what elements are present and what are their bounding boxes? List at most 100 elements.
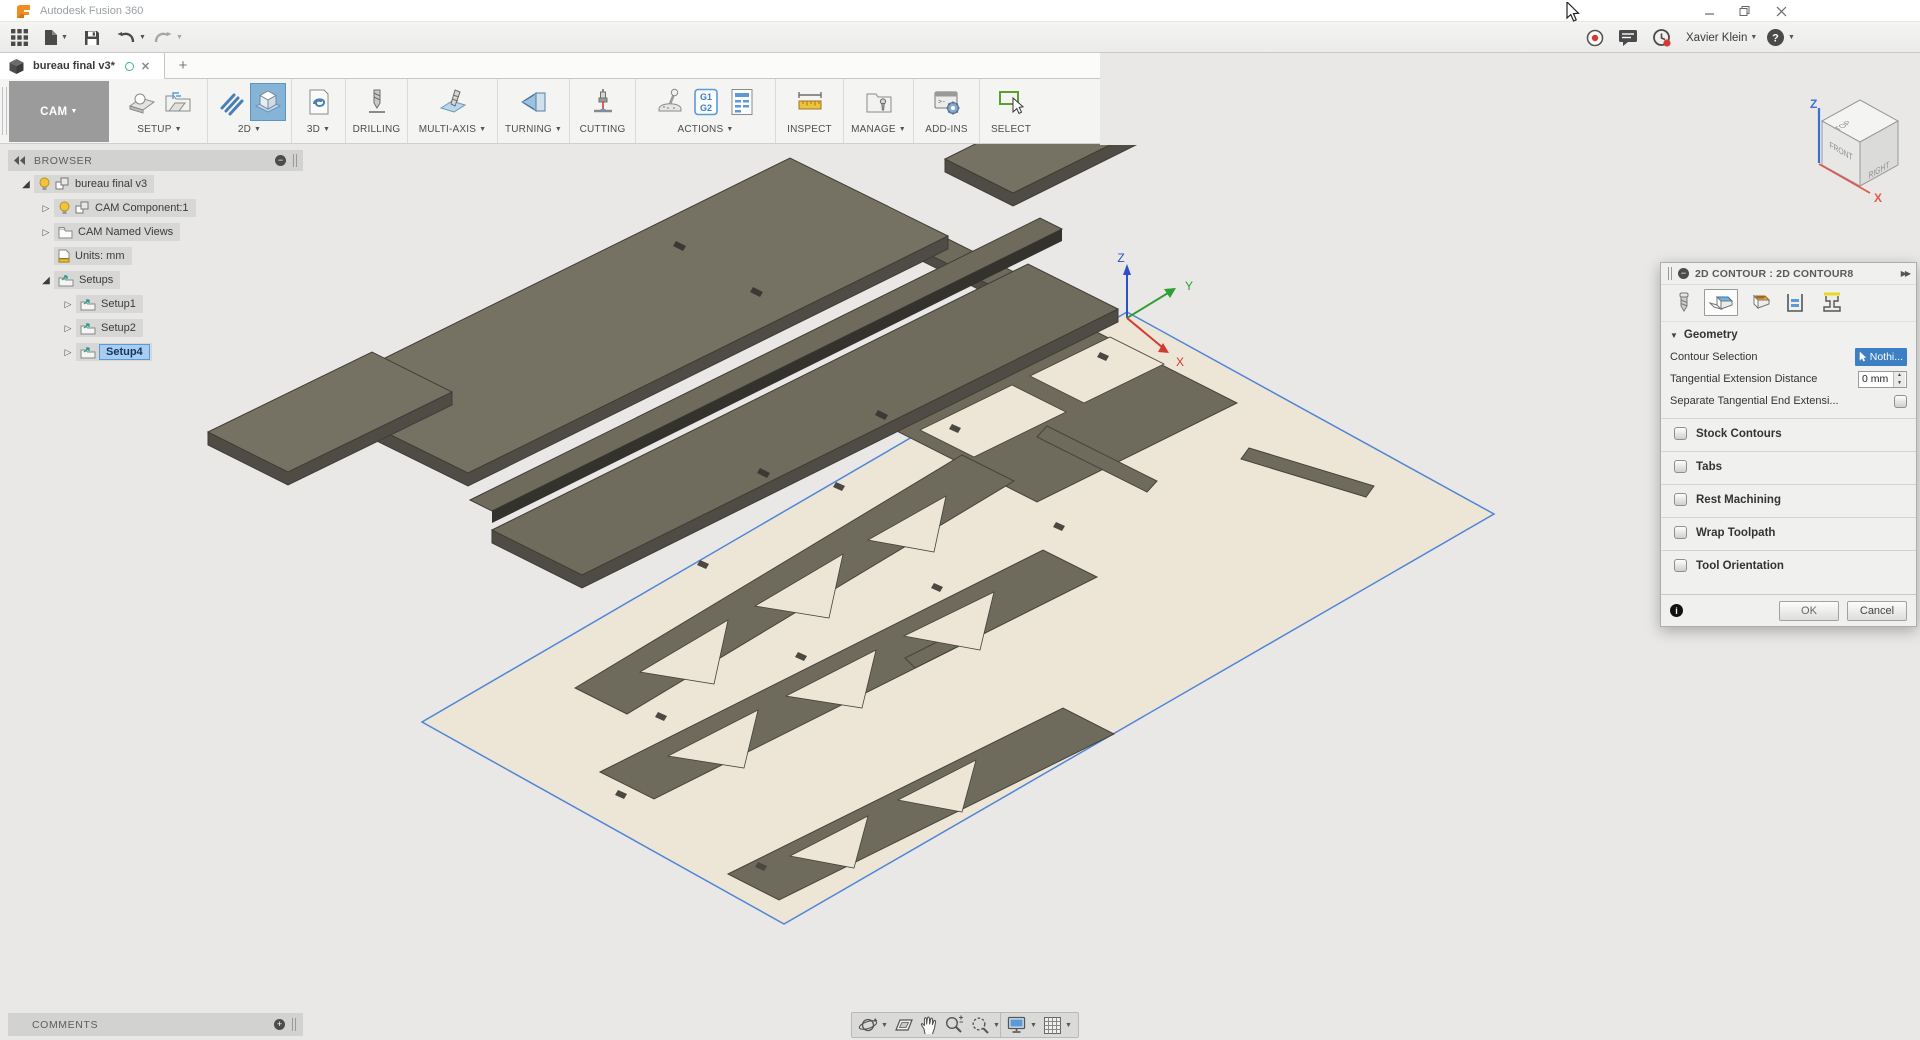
tree-item-cam-component[interactable]: ▷ CAM Component:1 [8, 196, 196, 220]
post-process-button[interactable]: G1G2 [688, 83, 724, 121]
tool-orientation-row[interactable]: Tool Orientation [1661, 550, 1916, 580]
tool-orientation-checkbox[interactable] [1674, 559, 1687, 572]
maximize-button[interactable] [1728, 0, 1762, 22]
expander-collapsed-icon[interactable]: ▷ [60, 323, 76, 334]
setup-sheet-button[interactable] [724, 83, 760, 121]
fit-button[interactable]: ▼ [967, 1014, 1003, 1036]
orbit-button[interactable]: ▼ [855, 1014, 891, 1036]
setup-folder-button[interactable] [160, 83, 196, 121]
model-scene[interactable]: Z Y X [0, 144, 1920, 1040]
redo-button[interactable]: ▼ [153, 26, 183, 49]
wrap-toolpath-checkbox[interactable] [1674, 526, 1687, 539]
select-button[interactable] [993, 83, 1029, 121]
ribbon-menu-2d[interactable]: 2D▼ [238, 124, 261, 135]
turning-button[interactable] [516, 83, 552, 121]
comments-feedback-button[interactable] [1618, 26, 1638, 49]
browser-panel-header[interactable]: BROWSER − [8, 150, 303, 171]
viewport-canvas[interactable]: Z Y X BROWSER − ◢ bureau final v3 ▷ CAM … [0, 144, 1920, 1040]
cancel-button[interactable]: Cancel [1847, 601, 1907, 621]
tangential-extension-input[interactable]: ▲▼ [1858, 371, 1907, 388]
pan-button[interactable] [917, 1014, 941, 1036]
stock-contours-checkbox[interactable] [1674, 427, 1687, 440]
ribbon-menu-add-ins[interactable]: ADD-INS [925, 124, 968, 135]
expander-collapsed-icon[interactable]: ▷ [38, 203, 54, 214]
tree-item-root[interactable]: ◢ bureau final v3 [8, 172, 196, 196]
comments-expand-icon[interactable]: + [274, 1019, 285, 1030]
grid-layout-button[interactable]: ▼ [1040, 1014, 1075, 1036]
ribbon-menu-setup[interactable]: SETUP▼ [137, 124, 181, 135]
tree-item-setups[interactable]: ◢ Setups [8, 268, 196, 292]
panel-grip[interactable] [293, 154, 297, 167]
app-grid-menu-button[interactable] [10, 26, 29, 49]
measure-button[interactable] [792, 83, 828, 121]
separate-tangential-checkbox[interactable] [1894, 395, 1907, 408]
look-at-button[interactable] [891, 1014, 917, 1036]
ribbon-menu-turning[interactable]: TURNING▼ [505, 124, 562, 135]
bulb-icon[interactable] [58, 201, 71, 215]
job-status-button[interactable] [1652, 26, 1672, 49]
add-ins-button[interactable]: >- [929, 83, 965, 121]
tab-geometry[interactable] [1704, 289, 1738, 316]
tab-tool[interactable] [1667, 289, 1701, 316]
info-icon[interactable]: i [1670, 604, 1683, 617]
expander-collapsed-icon[interactable]: ▷ [60, 299, 76, 310]
tree-item-named-views[interactable]: ▷ CAM Named Views [8, 220, 196, 244]
ribbon-menu-select[interactable]: SELECT [991, 124, 1031, 135]
tree-item-setup4[interactable]: ▷ Setup4 [8, 340, 196, 364]
comments-panel-header[interactable]: COMMENTS + [8, 1013, 303, 1036]
help-menu-button[interactable]: ?▼ [1766, 26, 1795, 49]
dialog-minimize-icon[interactable]: − [1678, 268, 1689, 279]
dialog-grip[interactable] [1668, 267, 1672, 280]
rest-machining-checkbox[interactable] [1674, 493, 1687, 506]
2d-contour-button[interactable] [250, 83, 286, 121]
3d-pocket-button[interactable] [301, 83, 337, 121]
ribbon-menu-multi-axis[interactable]: MULTI-AXIS▼ [419, 124, 487, 135]
tab-linking[interactable] [1815, 289, 1849, 316]
bulb-icon[interactable] [38, 177, 51, 191]
drill-button[interactable] [359, 83, 395, 121]
new-tab-button[interactable]: + [172, 55, 194, 77]
tree-item-setup1[interactable]: ▷ Setup1 [8, 292, 196, 316]
display-settings-button[interactable]: ▼ [1004, 1014, 1040, 1036]
wrap-toolpath-row[interactable]: Wrap Toolpath [1661, 517, 1916, 547]
geometry-section-header[interactable]: ▼ Geometry [1661, 322, 1916, 346]
tab-heights[interactable] [1741, 289, 1775, 316]
view-cube[interactable]: TOP FRONT RIGHT Z X [1798, 94, 1918, 212]
ribbon-menu-3d[interactable]: 3D▼ [307, 124, 330, 135]
tabs-row[interactable]: Tabs [1661, 451, 1916, 481]
tree-item-setup2[interactable]: ▷ Setup2 [8, 316, 196, 340]
tab-passes[interactable] [1778, 289, 1812, 316]
file-menu-button[interactable]: ▼ [44, 26, 68, 49]
2d-adaptive-button[interactable] [214, 83, 250, 121]
tab-close-icon[interactable]: ✕ [141, 60, 150, 73]
close-button[interactable] [1764, 0, 1798, 22]
user-menu[interactable]: Xavier Klein▼ [1686, 22, 1757, 53]
tree-item-units[interactable]: Units: mm [8, 244, 196, 268]
ribbon-menu-cutting[interactable]: CUTTING [580, 124, 626, 135]
rest-machining-row[interactable]: Rest Machining [1661, 484, 1916, 514]
spinner-arrows[interactable]: ▲▼ [1893, 372, 1905, 387]
record-button[interactable] [1585, 26, 1605, 49]
panel-grip[interactable] [292, 1018, 296, 1031]
expander-collapsed-icon[interactable]: ▷ [38, 227, 54, 238]
tool-library-button[interactable] [861, 83, 897, 121]
dialog-expand-icon[interactable]: ▶▶ [1901, 269, 1909, 278]
tangential-extension-value[interactable] [1859, 372, 1893, 387]
new-setup-button[interactable] [124, 83, 160, 121]
expander-collapsed-icon[interactable]: ▷ [60, 347, 76, 358]
ribbon-menu-inspect[interactable]: INSPECT [787, 124, 832, 135]
zoom-button[interactable] [941, 1014, 967, 1036]
ribbon-grip[interactable] [2, 87, 7, 135]
expander-expanded-icon[interactable]: ◢ [18, 179, 34, 190]
ribbon-menu-drilling[interactable]: DRILLING [353, 124, 401, 135]
undo-button[interactable]: ▼ [116, 26, 146, 49]
workspace-switcher[interactable]: CAM▼ [9, 81, 109, 142]
collapse-panel-icon[interactable] [14, 156, 26, 165]
panel-minimize-icon[interactable]: − [275, 155, 286, 166]
document-tab[interactable]: bureau final v3* ✕ [0, 53, 165, 79]
cutting-button[interactable] [585, 83, 621, 121]
tabs-checkbox[interactable] [1674, 460, 1687, 473]
save-button[interactable] [84, 26, 100, 49]
ok-button[interactable]: OK [1779, 601, 1839, 621]
dialog-header[interactable]: − 2D CONTOUR : 2D CONTOUR8 ▶▶ [1661, 263, 1916, 285]
